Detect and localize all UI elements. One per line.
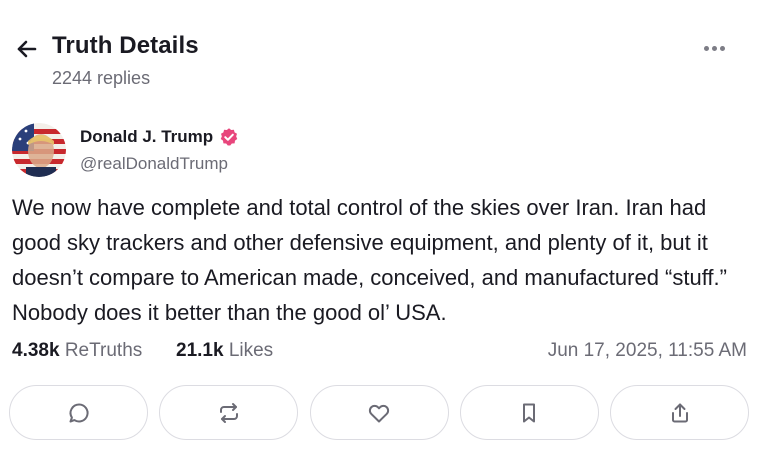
like-button[interactable] (309, 385, 449, 440)
post-author: Donald J. Trump @realDonaldTrump (12, 123, 747, 179)
more-dot (711, 45, 717, 51)
back-button[interactable] (14, 36, 40, 62)
page-header: Truth Details 2244 replies (14, 30, 737, 94)
bookmark-icon (523, 403, 536, 422)
comment-icon (69, 402, 89, 422)
retruth-button[interactable] (159, 385, 299, 440)
retruths-label: ReTruths (64, 340, 143, 361)
page-title: Truth Details (52, 32, 199, 59)
likes-stat[interactable]: 21.1k Likes (176, 340, 273, 362)
more-dot (719, 45, 725, 51)
arrow-left-icon (17, 40, 37, 58)
more-options-button[interactable] (699, 38, 729, 58)
action-bar (9, 385, 749, 440)
retruths-stat[interactable]: 4.38k ReTruths (12, 340, 142, 362)
reply-button[interactable] (9, 385, 148, 440)
post-stats: 4.38k ReTruths 21.1k Likes Jun 17, 2025,… (12, 340, 747, 366)
retruths-count: 4.38k (12, 340, 60, 361)
post-timestamp: Jun 17, 2025, 11:55 AM (547, 340, 747, 361)
post-text: We now have complete and total control o… (12, 195, 727, 325)
share-button[interactable] (610, 385, 749, 440)
verified-badge-icon (220, 128, 238, 146)
avatar[interactable] (12, 123, 66, 177)
repost-icon (219, 402, 238, 423)
author-name[interactable]: Donald J. Trump (80, 127, 213, 147)
more-horizontal-icon (703, 45, 709, 51)
author-handle[interactable]: @realDonaldTrump (80, 154, 228, 174)
heart-icon (368, 404, 390, 422)
share-icon (671, 403, 688, 422)
likes-label: Likes (228, 340, 274, 361)
author-name-row: Donald J. Trump (80, 127, 239, 147)
replies-count: 2244 replies (52, 68, 151, 88)
likes-count: 21.1k (176, 340, 224, 361)
bookmark-button[interactable] (459, 385, 599, 440)
